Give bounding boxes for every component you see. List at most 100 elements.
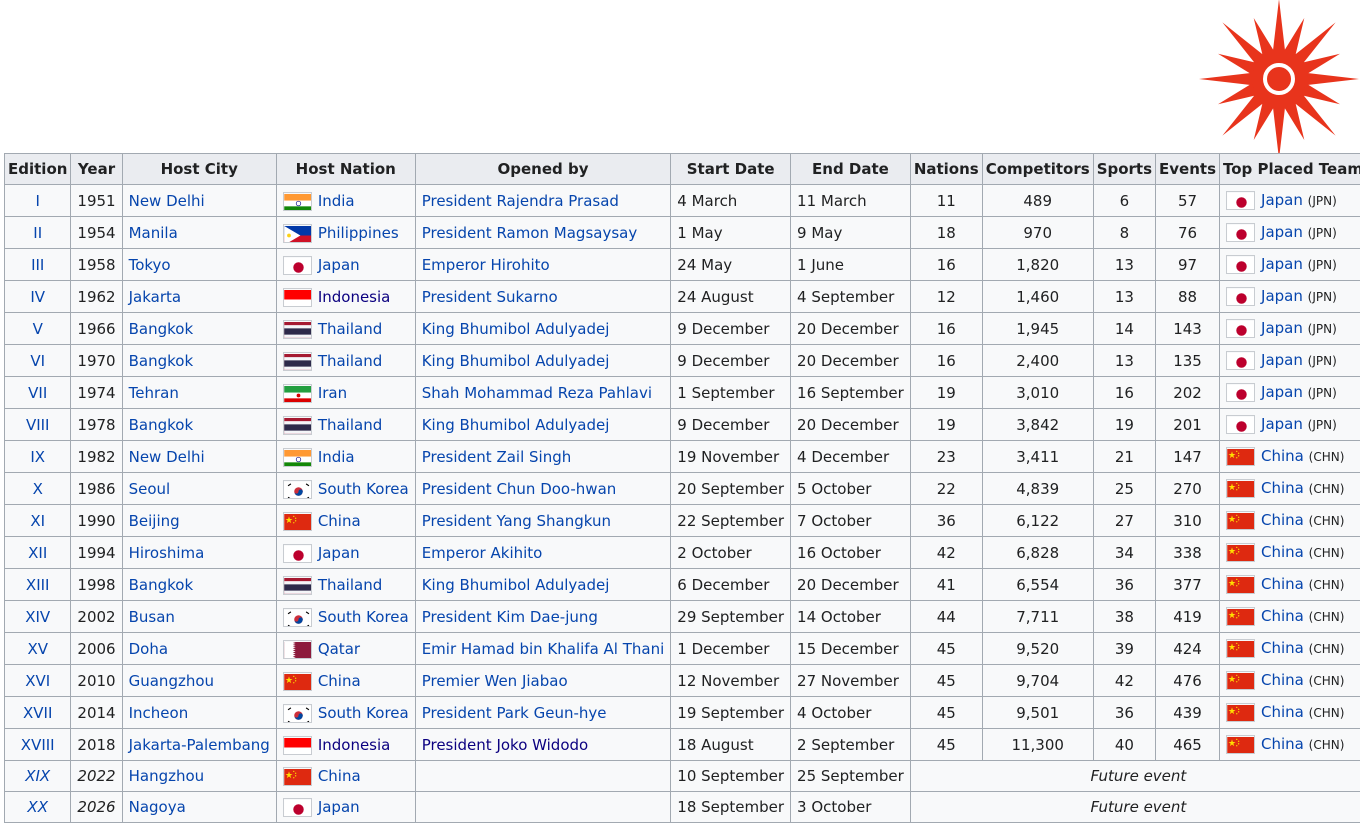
edition-link[interactable]: III [31,256,44,274]
edition-link[interactable]: I [35,192,39,210]
host-city-link[interactable]: Jakarta-Palembang [129,736,270,754]
host-city-link[interactable]: Hiroshima [129,544,205,562]
edition-link[interactable]: VII [28,384,47,402]
host-city-link[interactable]: Doha [129,640,168,658]
opened-by-link[interactable]: President Zail Singh [422,448,572,466]
host-nation-link[interactable]: South Korea [318,608,409,626]
top-placed-team-link[interactable]: China [1261,447,1304,465]
top-placed-team-link[interactable]: Japan [1261,383,1303,401]
opened-by-link[interactable]: Emperor Akihito [422,544,543,562]
host-nation-link[interactable]: Qatar [318,640,360,658]
start-date-cell: 9 December [671,313,791,345]
opened-by-link[interactable]: President Joko Widodo [422,736,589,754]
top-placed-team-link[interactable]: Japan [1261,191,1303,209]
opened-by-link[interactable]: President Rajendra Prasad [422,192,619,210]
edition-link[interactable]: VIII [26,416,50,434]
edition-link[interactable]: VI [30,352,45,370]
edition-link[interactable]: XII [28,544,47,562]
host-city-link[interactable]: Guangzhou [129,672,214,690]
host-city-link[interactable]: Seoul [129,480,171,498]
host-nation-link[interactable]: Indonesia [318,288,391,306]
opened-by-link[interactable]: Emir Hamad bin Khalifa Al Thani [422,640,665,658]
host-city-link[interactable]: Manila [129,224,178,242]
host-nation-link[interactable]: India [318,192,355,210]
host-nation-link[interactable]: India [318,448,355,466]
host-nation-link[interactable]: Japan [318,798,360,816]
opened-by-link[interactable]: Premier Wen Jiabao [422,672,568,690]
top-placed-team-link[interactable]: China [1261,607,1304,625]
host-nation-link[interactable]: Philippines [318,224,399,242]
host-nation-link[interactable]: Iran [318,384,347,402]
host-city-link[interactable]: Bangkok [129,320,194,338]
edition-link[interactable]: X [33,480,43,498]
host-city-link[interactable]: Jakarta [129,288,181,306]
opened-by-link[interactable]: Shah Mohammad Reza Pahlavi [422,384,652,402]
edition-link[interactable]: XVI [25,672,50,690]
top-placed-team-link[interactable]: China [1261,511,1304,529]
opened-by-link[interactable]: King Bhumibol Adulyadej [422,416,610,434]
host-nation-link[interactable]: Thailand [318,576,382,594]
edition-link[interactable]: XX [27,798,48,816]
edition-link[interactable]: XV [27,640,48,658]
edition-link[interactable]: XIX [25,767,50,785]
top-placed-team-link[interactable]: China [1261,575,1304,593]
host-city-link[interactable]: Hangzhou [129,767,205,785]
host-nation-link[interactable]: South Korea [318,704,409,722]
top-placed-team-link[interactable]: China [1261,671,1304,689]
host-city-link[interactable]: Tehran [129,384,179,402]
top-placed-team-link[interactable]: Japan [1261,287,1303,305]
edition-link[interactable]: IV [30,288,45,306]
host-city-link[interactable]: Bangkok [129,416,194,434]
host-city-link[interactable]: New Delhi [129,448,205,466]
host-city-link[interactable]: Bangkok [129,352,194,370]
host-nation-link[interactable]: Japan [318,256,360,274]
host-nation-link[interactable]: China [318,767,361,785]
top-placed-team-link[interactable]: China [1261,543,1304,561]
opened-by-link[interactable]: President Yang Shangkun [422,512,611,530]
host-nation-link[interactable]: Thailand [318,320,382,338]
host-nation-link[interactable]: South Korea [318,480,409,498]
host-city-link[interactable]: Beijing [129,512,180,530]
edition-link[interactable]: II [33,224,42,242]
host-city-link[interactable]: New Delhi [129,192,205,210]
host-city-link[interactable]: Busan [129,608,175,626]
top-placed-team-link[interactable]: Japan [1261,255,1303,273]
edition-link[interactable]: XI [30,512,45,530]
top-placed-team-link[interactable]: Japan [1261,223,1303,241]
host-nation-link[interactable]: China [318,672,361,690]
top-placed-team-link[interactable]: Japan [1261,415,1303,433]
host-city-link[interactable]: Tokyo [129,256,171,274]
edition-link[interactable]: IX [30,448,45,466]
opened-by-link[interactable]: King Bhumibol Adulyadej [422,576,610,594]
opened-by-link[interactable]: President Kim Dae-jung [422,608,598,626]
top-placed-team-link[interactable]: China [1261,639,1304,657]
olympic-council-of-asia-sun-logo [1198,0,1360,162]
edition-link[interactable]: XVIII [21,736,55,754]
top-placed-team-link[interactable]: China [1261,735,1304,753]
edition-link[interactable]: XVII [23,704,52,722]
host-nation-link[interactable]: Indonesia [318,736,391,754]
host-city-link[interactable]: Nagoya [129,798,186,816]
host-nation-link[interactable]: Japan [318,544,360,562]
table-row: VII1974TehranIranShah Mohammad Reza Pahl… [5,377,1360,409]
top-placed-team-link[interactable]: China [1261,703,1304,721]
edition-link[interactable]: XIV [25,608,50,626]
top-placed-team-link[interactable]: China [1261,479,1304,497]
opened-by-link[interactable]: President Chun Doo-hwan [422,480,617,498]
host-city-link[interactable]: Bangkok [129,576,194,594]
host-nation-link[interactable]: Thailand [318,416,382,434]
host-nation-link[interactable]: Thailand [318,352,382,370]
host-city-link[interactable]: Incheon [129,704,189,722]
top-placed-team-link[interactable]: Japan [1261,319,1303,337]
opened-by-link[interactable]: Emperor Hirohito [422,256,550,274]
host-nation-link[interactable]: China [318,512,361,530]
opened-by-link[interactable]: President Ramon Magsaysay [422,224,638,242]
china-flag-icon [1226,671,1255,690]
opened-by-link[interactable]: President Sukarno [422,288,558,306]
opened-by-link[interactable]: King Bhumibol Adulyadej [422,352,610,370]
edition-link[interactable]: XIII [26,576,50,594]
opened-by-link[interactable]: President Park Geun-hye [422,704,607,722]
top-placed-team-link[interactable]: Japan [1261,351,1303,369]
edition-link[interactable]: V [33,320,43,338]
opened-by-link[interactable]: King Bhumibol Adulyadej [422,320,610,338]
